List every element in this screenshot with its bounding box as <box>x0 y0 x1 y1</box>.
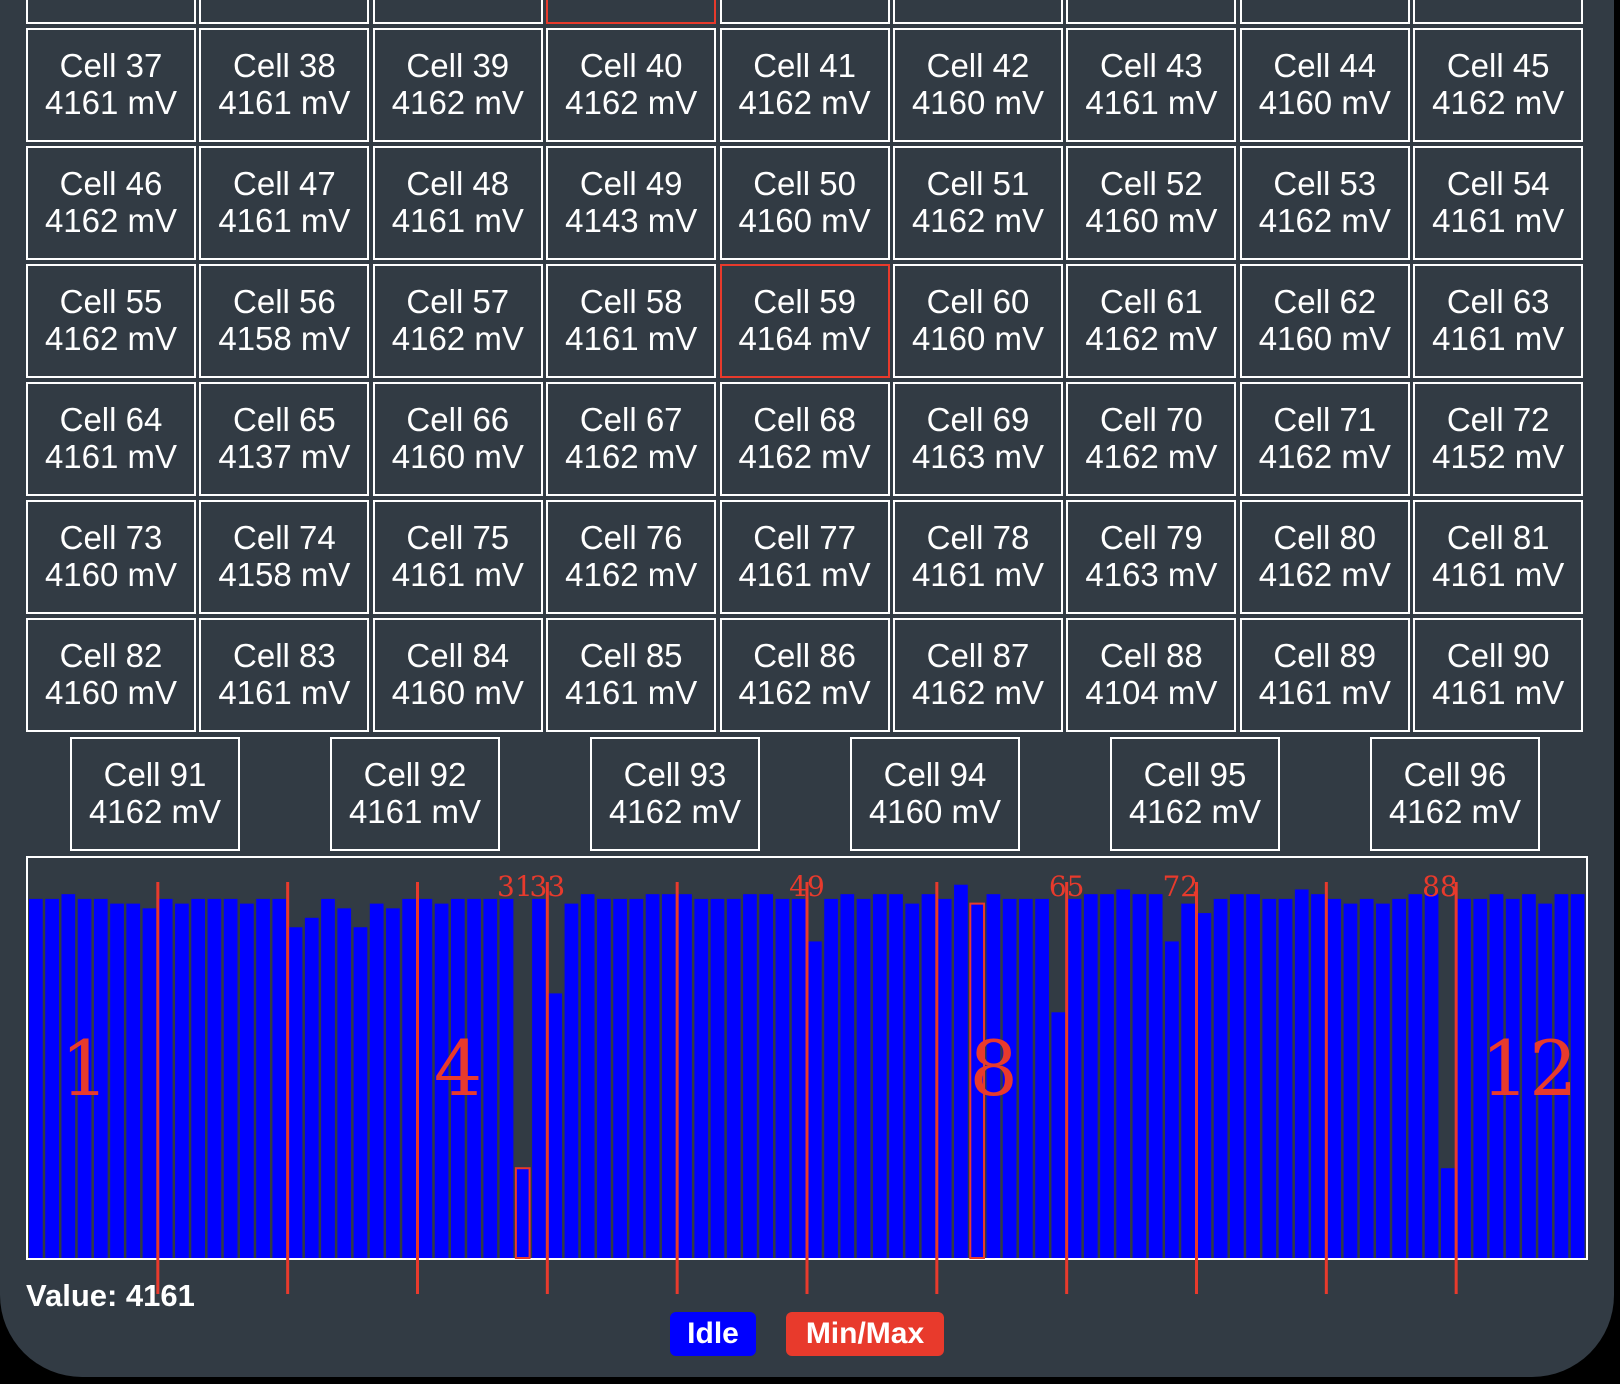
voltage-bar <box>191 898 206 1258</box>
voltage-bar <box>256 898 270 1258</box>
voltage-bar <box>223 898 238 1258</box>
voltage-bar <box>840 894 855 1258</box>
value-readout: Value: 4161 <box>26 1278 195 1313</box>
voltage-bar <box>1376 903 1390 1258</box>
legend-idle: Idle <box>670 1312 756 1356</box>
voltage-bar <box>1424 894 1439 1258</box>
voltage-bar <box>142 908 157 1258</box>
voltage-bar <box>272 898 287 1258</box>
cell-marker-label: 88 <box>1422 870 1458 903</box>
voltage-bar <box>532 898 546 1258</box>
cell-marker-label: 49 <box>789 870 825 903</box>
voltage-bar <box>613 898 627 1258</box>
voltage-bar <box>1181 903 1195 1258</box>
voltage-bar <box>548 993 563 1258</box>
voltage-bar <box>175 903 189 1258</box>
voltage-bar <box>45 898 59 1258</box>
voltage-bar <box>1246 894 1260 1258</box>
voltage-bar <box>1440 1168 1455 1258</box>
voltage-bar <box>580 894 595 1258</box>
cell-voltage-chart[interactable]: 1 4 8 12 3133 49 65 72 88 <box>0 0 1620 1384</box>
voltage-bar <box>304 917 319 1258</box>
module-label: 12 <box>1481 1024 1578 1113</box>
voltage-bar <box>856 898 871 1258</box>
voltage-bar <box>1278 898 1293 1258</box>
module-label: 1 <box>61 1024 109 1113</box>
voltage-bar <box>1294 889 1309 1258</box>
voltage-bar <box>921 894 936 1258</box>
voltage-bar <box>29 898 43 1258</box>
voltage-bar <box>954 884 968 1258</box>
voltage-bar <box>824 898 838 1258</box>
module-label: 8 <box>969 1024 1017 1113</box>
voltage-bar <box>126 903 141 1258</box>
cell-marker-label: 33 <box>530 870 566 903</box>
voltage-bar <box>1083 894 1098 1258</box>
voltage-bar <box>1327 898 1342 1258</box>
voltage-bar <box>694 898 709 1258</box>
voltage-bar <box>1197 913 1212 1258</box>
cell-marker-label: 65 <box>1049 870 1085 903</box>
voltage-bar <box>629 898 644 1258</box>
voltage-bar <box>775 898 790 1258</box>
voltage-bar <box>369 903 384 1258</box>
cell-marker-label: 72 <box>1162 870 1198 903</box>
voltage-bar <box>1051 1012 1066 1258</box>
voltage-bar <box>1311 894 1325 1258</box>
voltage-bar <box>402 898 416 1258</box>
voltage-bar <box>353 927 368 1258</box>
voltage-bar <box>889 894 903 1258</box>
voltage-bar <box>710 898 725 1258</box>
voltage-bar <box>872 894 887 1258</box>
voltage-bar <box>514 1167 531 1259</box>
voltage-bar <box>597 898 611 1258</box>
voltage-bar <box>483 898 498 1258</box>
voltage-bar <box>678 894 692 1258</box>
voltage-bar <box>1392 898 1406 1258</box>
voltage-bar <box>743 894 757 1258</box>
voltage-bar <box>499 898 514 1258</box>
voltage-bar <box>239 903 254 1258</box>
voltage-bar <box>1343 903 1358 1258</box>
voltage-bar <box>1148 894 1163 1258</box>
voltage-bar <box>1132 894 1147 1258</box>
voltage-bar <box>1229 894 1244 1258</box>
voltage-bar <box>937 898 952 1258</box>
voltage-bar <box>110 903 124 1258</box>
voltage-bar <box>1165 941 1179 1258</box>
voltage-bar <box>288 927 303 1258</box>
voltage-bar <box>1408 894 1423 1258</box>
module-label: 4 <box>434 1024 482 1113</box>
voltage-bar <box>808 941 822 1258</box>
voltage-bar <box>1035 898 1049 1258</box>
voltage-bar <box>386 908 400 1258</box>
legend-minmax: Min/Max <box>786 1312 944 1356</box>
voltage-bar <box>1100 894 1114 1258</box>
voltage-bar <box>759 894 774 1258</box>
voltage-bar <box>1262 898 1277 1258</box>
voltage-bar <box>645 894 660 1258</box>
voltage-bar <box>564 903 579 1258</box>
voltage-bar <box>791 898 806 1258</box>
voltage-bar <box>1116 889 1131 1258</box>
voltage-bar <box>337 908 352 1258</box>
voltage-bar <box>207 898 222 1258</box>
voltage-bar <box>1018 898 1033 1258</box>
voltage-bar <box>321 898 335 1258</box>
voltage-bar <box>661 894 676 1258</box>
voltage-bar <box>1359 898 1374 1258</box>
voltage-bar <box>905 903 920 1258</box>
voltage-bar <box>1457 898 1471 1258</box>
voltage-bar <box>418 898 433 1258</box>
cell-marker-label: 31 <box>497 870 533 903</box>
voltage-bar <box>1067 898 1082 1258</box>
voltage-bar <box>158 898 173 1258</box>
voltage-bar <box>726 898 741 1258</box>
voltage-bar <box>1213 898 1228 1258</box>
